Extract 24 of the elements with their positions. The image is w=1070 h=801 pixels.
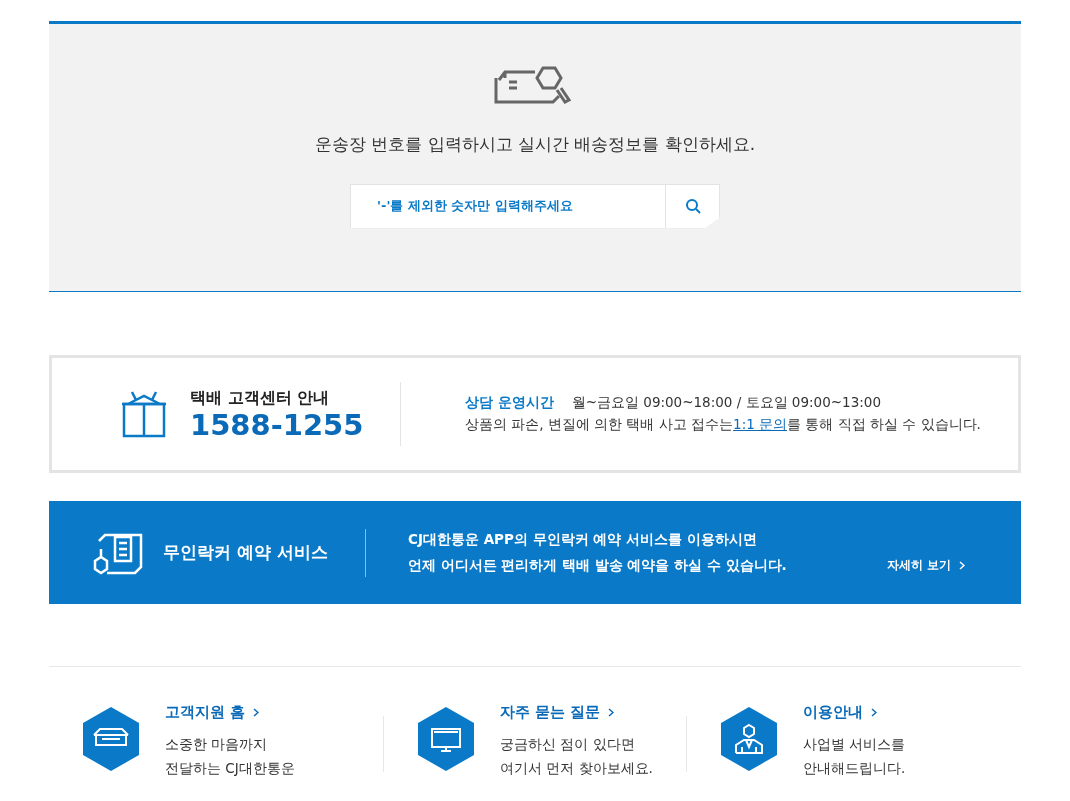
guide-link[interactable]: 이용안내 (803, 701, 877, 724)
chevron-right-icon (253, 707, 260, 717)
banner-title: 무인락커 예약 서비스 (163, 540, 328, 564)
tracking-instruction: 운송장 번호를 입력하시고 실시간 배송정보를 확인하세요. (313, 133, 757, 156)
chevron-right-icon (871, 707, 877, 717)
banner-description: CJ대한통운 APP의 무인락커 예약 서비스를 이용하시면 언제 어디서든 편리하게 택배 발송 예약을 하실 수 있습니다. (407, 529, 788, 575)
more-link[interactable]: 자세히 보기 (886, 556, 965, 574)
inquiry-link[interactable]: 1:1 문의 (733, 416, 788, 432)
chevron-right-icon (959, 560, 965, 570)
service-title: 택배 고객센터 안내 (190, 387, 331, 410)
link-description: 소중한 마음까지 전달하는 CJ대한통운 (165, 734, 295, 778)
hours-label: 상담 운영시간 (465, 393, 554, 413)
chevron-right-icon (608, 707, 615, 717)
faq-link[interactable]: 자주 묻는 질문 (500, 701, 615, 724)
search-icon (684, 198, 701, 214)
link-description: 궁금하신 점이 있다면 여기서 먼저 찾아보세요. (500, 734, 653, 778)
search-field[interactable]: '-'를 제외한 숫자만 입력해주세요 (350, 183, 720, 229)
home-link[interactable]: 고객지원 홈 (165, 701, 260, 724)
gift-box-icon (120, 390, 168, 438)
phone-number: 1588-1255 (190, 410, 364, 442)
link-description: 사업별 서비스를 안내해드립니다. (803, 734, 906, 778)
tracking-number-field[interactable]: '-'를 제외한 숫자만 입력해주세요 (351, 184, 665, 228)
notice-text: 상품의 파손, 변질에 의한 택배 사고 접수는1:1 문의 를 통해 직접 하실 수 있습니다. (465, 415, 981, 434)
hours-text: 월~금요일 09:00~18:00 / 토요일 09:00~13:00 (571, 393, 881, 413)
